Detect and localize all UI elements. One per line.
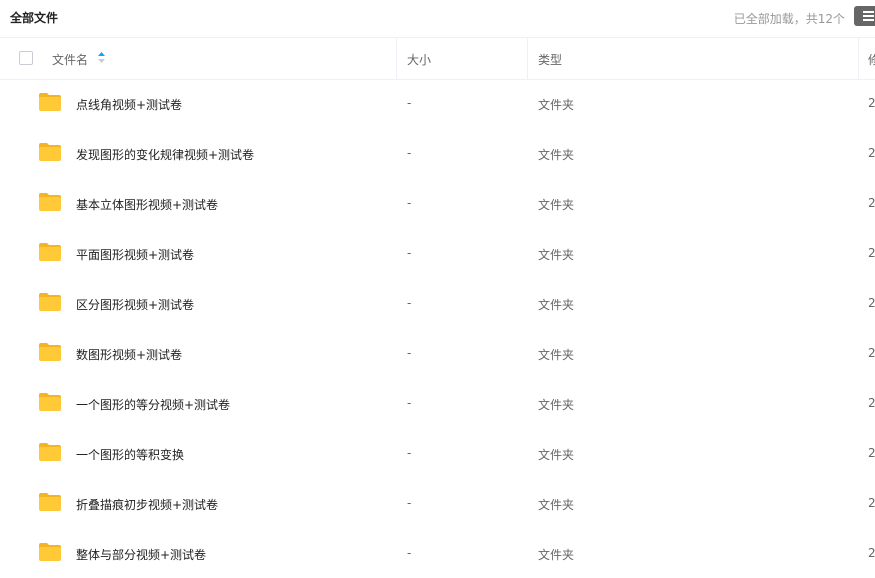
file-modified: 2 — [868, 396, 875, 410]
file-size: - — [407, 296, 412, 310]
file-name[interactable]: 点线角视频+测试卷 — [76, 96, 182, 113]
select-all-checkbox[interactable] — [19, 51, 33, 65]
file-name[interactable]: 发现图形的变化规律视频+测试卷 — [76, 146, 254, 163]
file-size: - — [407, 496, 412, 510]
file-name[interactable]: 一个图形的等积变换 — [76, 446, 184, 463]
file-name[interactable]: 数图形视频+测试卷 — [76, 346, 182, 363]
sort-icon[interactable] — [98, 52, 105, 63]
file-size: - — [407, 246, 412, 260]
file-modified: 2 — [868, 446, 875, 460]
file-row[interactable]: 一个图形的等积变换 - 文件夹 2 — [0, 428, 875, 478]
column-header-type[interactable]: 类型 — [538, 51, 562, 68]
file-type: 文件夹 — [538, 398, 575, 412]
column-header-name[interactable]: 文件名 — [52, 51, 88, 68]
file-type: 文件夹 — [538, 498, 575, 512]
file-type: 文件夹 — [538, 298, 575, 312]
file-type: 文件夹 — [538, 148, 575, 162]
file-modified: 2 — [868, 496, 875, 510]
file-modified: 2 — [868, 296, 875, 310]
file-list: 点线角视频+测试卷 - 文件夹 2 发现图形的变化规律视频+测试卷 - 文件夹 … — [0, 78, 875, 578]
load-status: 已全部加载，共12个 — [733, 12, 845, 26]
file-row[interactable]: 数图形视频+测试卷 - 文件夹 2 — [0, 328, 875, 378]
file-size: - — [407, 446, 412, 460]
file-size: - — [407, 346, 412, 360]
file-name[interactable]: 基本立体图形视频+测试卷 — [76, 196, 218, 213]
file-type: 文件夹 — [538, 348, 575, 362]
file-type: 文件夹 — [538, 548, 575, 562]
folder-icon — [39, 543, 61, 561]
file-name[interactable]: 一个图形的等分视频+测试卷 — [76, 396, 230, 413]
file-name[interactable]: 整体与部分视频+测试卷 — [76, 546, 206, 563]
file-size: - — [407, 396, 412, 410]
column-header-size[interactable]: 大小 — [407, 51, 431, 68]
file-modified: 2 — [868, 546, 875, 560]
file-size: - — [407, 196, 412, 210]
view-menu-button[interactable] — [854, 6, 875, 26]
file-row[interactable]: 发现图形的变化规律视频+测试卷 - 文件夹 2 — [0, 128, 875, 178]
file-list-header: 文件名 大小 类型 修 — [0, 37, 875, 80]
file-name[interactable]: 区分图形视频+测试卷 — [76, 296, 194, 313]
folder-icon — [39, 193, 61, 211]
file-size: - — [407, 146, 412, 160]
file-row[interactable]: 基本立体图形视频+测试卷 - 文件夹 2 — [0, 178, 875, 228]
folder-icon — [39, 343, 61, 361]
file-row[interactable]: 平面图形视频+测试卷 - 文件夹 2 — [0, 228, 875, 278]
folder-icon — [39, 243, 61, 261]
file-modified: 2 — [868, 196, 875, 210]
file-modified: 2 — [868, 96, 875, 110]
folder-icon — [39, 293, 61, 311]
top-bar: 全部文件 已全部加载，共12个 — [0, 0, 875, 36]
file-modified: 2 — [868, 146, 875, 160]
file-size: - — [407, 96, 412, 110]
file-row[interactable]: 一个图形的等分视频+测试卷 - 文件夹 2 — [0, 378, 875, 428]
file-type: 文件夹 — [538, 198, 575, 212]
folder-icon — [39, 93, 61, 111]
file-name[interactable]: 平面图形视频+测试卷 — [76, 246, 194, 263]
file-row[interactable]: 整体与部分视频+测试卷 - 文件夹 2 — [0, 528, 875, 578]
folder-icon — [39, 493, 61, 511]
folder-icon — [39, 143, 61, 161]
menu-icon — [863, 11, 874, 21]
file-type: 文件夹 — [538, 448, 575, 462]
file-size: - — [407, 546, 412, 560]
file-row[interactable]: 折叠描痕初步视频+测试卷 - 文件夹 2 — [0, 478, 875, 528]
file-row[interactable]: 点线角视频+测试卷 - 文件夹 2 — [0, 78, 875, 128]
file-type: 文件夹 — [538, 98, 575, 112]
column-header-modified[interactable]: 修 — [868, 51, 875, 68]
file-row[interactable]: 区分图形视频+测试卷 - 文件夹 2 — [0, 278, 875, 328]
file-modified: 2 — [868, 346, 875, 360]
folder-icon — [39, 393, 61, 411]
file-type: 文件夹 — [538, 248, 575, 262]
file-modified: 2 — [868, 246, 875, 260]
page-title: 全部文件 — [10, 11, 59, 25]
folder-icon — [39, 443, 61, 461]
file-name[interactable]: 折叠描痕初步视频+测试卷 — [76, 496, 218, 513]
